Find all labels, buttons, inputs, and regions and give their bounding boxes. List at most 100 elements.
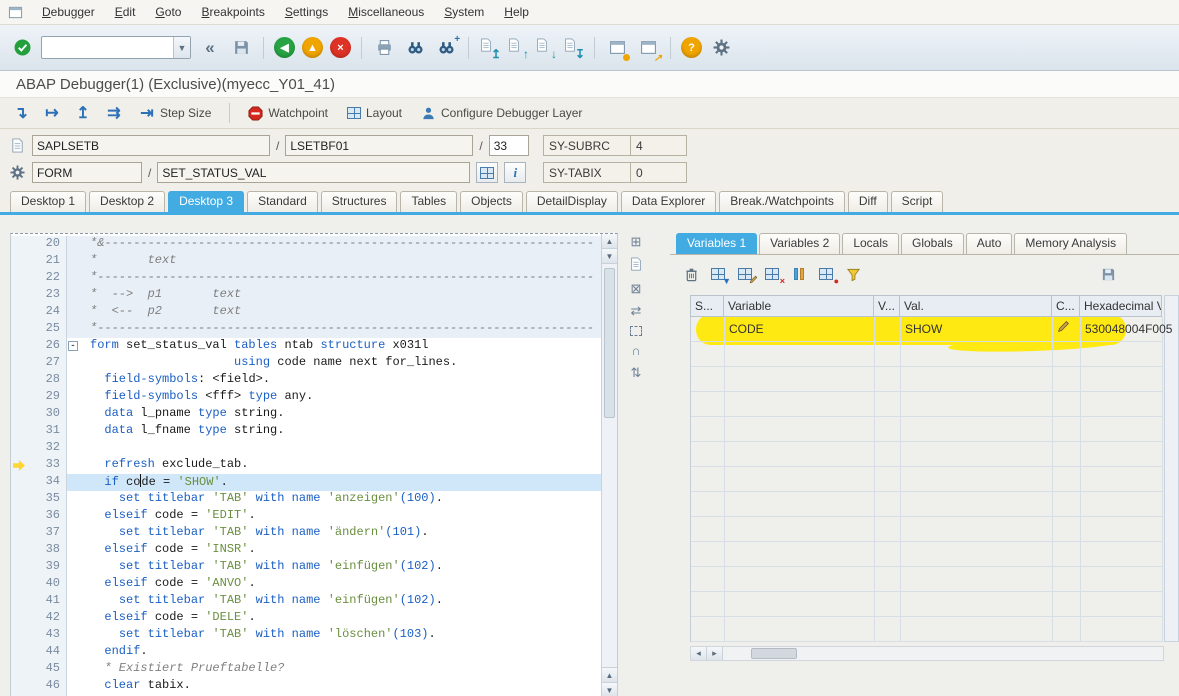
delete-icon[interactable] xyxy=(682,265,700,283)
breakpoint-margin[interactable] xyxy=(11,525,27,542)
table-row-empty[interactable] xyxy=(691,592,1162,617)
event-type-field[interactable] xyxy=(32,162,142,183)
tab-data-explorer[interactable]: Data Explorer xyxy=(621,191,716,212)
breakpoint-margin[interactable] xyxy=(11,678,27,695)
scroll-right-icon[interactable]: ▸ xyxy=(707,647,723,660)
system-menu-icon[interactable] xyxy=(8,5,25,20)
breakpoint-margin[interactable] xyxy=(11,423,27,440)
save-layout-icon[interactable] xyxy=(1099,265,1117,283)
menu-item-breakpoints[interactable]: Breakpoints xyxy=(192,2,273,22)
table-row-empty[interactable] xyxy=(691,442,1162,467)
variables-hscrollbar[interactable]: ◂ ▸ xyxy=(690,646,1164,661)
menu-item-debugger[interactable]: Debugger xyxy=(33,2,104,22)
breakpoint-margin[interactable] xyxy=(11,338,27,355)
tab-desktop-1[interactable]: Desktop 1 xyxy=(10,191,86,212)
structured-display-button[interactable] xyxy=(476,162,498,183)
tab-script[interactable]: Script xyxy=(891,191,944,212)
tab-desktop-3[interactable]: Desktop 3 xyxy=(168,191,244,212)
breakpoint-margin[interactable] xyxy=(11,644,27,661)
collapse-toolbar-icon[interactable]: « xyxy=(198,36,222,60)
editor-scrollbar[interactable]: ▲ ▼ ▲ ▼ xyxy=(601,234,617,696)
table-row-empty[interactable] xyxy=(691,417,1162,442)
previous-page-icon[interactable]: ↑ xyxy=(507,36,528,59)
table-row-empty[interactable] xyxy=(691,392,1162,417)
configure-debugger-layer-button[interactable]: Configure Debugger Layer xyxy=(416,104,587,123)
code-line-20[interactable]: 20*&------------------------------------… xyxy=(11,236,601,253)
scroll-left-icon[interactable]: ◂ xyxy=(691,647,707,660)
table-row-empty[interactable] xyxy=(691,367,1162,392)
code-line-28[interactable]: 28 field-symbols: <field>. xyxy=(11,372,601,389)
column-header-1[interactable]: Variable xyxy=(724,295,874,317)
code-line-25[interactable]: 25*-------------------------------------… xyxy=(11,321,601,338)
breakpoint-margin[interactable] xyxy=(11,661,27,678)
tab-objects[interactable]: Objects xyxy=(460,191,523,212)
include-field[interactable] xyxy=(285,135,473,156)
next-page-icon[interactable]: ↓ xyxy=(535,36,556,59)
filter-table-icon[interactable]: ▼ xyxy=(709,265,727,283)
tab-tables[interactable]: Tables xyxy=(400,191,457,212)
selection-icon[interactable] xyxy=(630,326,642,336)
line-field[interactable] xyxy=(489,135,529,156)
code-line-26[interactable]: 26-form set_status_val tables ntab struc… xyxy=(11,338,601,355)
breakpoint-margin[interactable] xyxy=(11,287,27,304)
enter-button[interactable] xyxy=(10,36,34,60)
tab-diff[interactable]: Diff xyxy=(848,191,888,212)
table-row-empty[interactable] xyxy=(691,492,1162,517)
breakpoint-margin[interactable] xyxy=(11,270,27,287)
breakpoint-margin[interactable] xyxy=(11,627,27,644)
menu-item-edit[interactable]: Edit xyxy=(106,2,145,22)
code-line-29[interactable]: 29 field-symbols <fff> type any. xyxy=(11,389,601,406)
menu-item-goto[interactable]: Goto xyxy=(146,2,190,22)
breakpoint-margin[interactable] xyxy=(11,593,27,610)
breakpoint-margin[interactable] xyxy=(11,440,27,457)
watchpoint-button[interactable]: Watchpoint xyxy=(243,104,333,123)
code-line-32[interactable]: 32 xyxy=(11,440,601,457)
breakpoint-margin[interactable] xyxy=(11,576,27,593)
code-line-22[interactable]: 22*-------------------------------------… xyxy=(11,270,601,287)
change-value-button[interactable] xyxy=(1057,320,1070,333)
code-line-40[interactable]: 40 elseif code = 'ANVO'. xyxy=(11,576,601,593)
code-line-41[interactable]: 41 set titlebar 'TAB' with name 'einfüge… xyxy=(11,593,601,610)
tab-variables-1[interactable]: Variables 1 xyxy=(676,233,757,254)
tab-variables-2[interactable]: Variables 2 xyxy=(759,233,840,254)
code-line-38[interactable]: 38 elseif code = 'INSR'. xyxy=(11,542,601,559)
table-row-empty[interactable] xyxy=(691,617,1162,642)
breakpoint-margin[interactable] xyxy=(11,508,27,525)
column-header-0[interactable]: S... xyxy=(690,295,724,317)
tab-locals[interactable]: Locals xyxy=(842,233,899,254)
breakpoint-margin[interactable] xyxy=(11,559,27,576)
settings-gear-icon[interactable] xyxy=(709,36,733,60)
event-name-field[interactable] xyxy=(157,162,470,183)
command-field[interactable]: ▼ xyxy=(41,36,191,59)
code-line-24[interactable]: 24* <-- p2 text xyxy=(11,304,601,321)
return-icon[interactable]: ↥ xyxy=(72,103,94,123)
info-button[interactable]: i xyxy=(504,162,526,183)
tab-desktop-2[interactable]: Desktop 2 xyxy=(89,191,165,212)
breakpoint-margin[interactable] xyxy=(11,610,27,627)
column-layout-icon[interactable] xyxy=(790,265,808,283)
scroll-up-icon[interactable]: ▲ xyxy=(602,234,617,249)
code-editor[interactable]: 20*&------------------------------------… xyxy=(10,233,618,696)
code-line-34[interactable]: 34 if code = 'SHOW'. xyxy=(11,474,601,491)
column-header-4[interactable]: C... xyxy=(1052,295,1080,317)
step-into-icon[interactable]: ↴ xyxy=(10,103,32,123)
table-row-empty[interactable] xyxy=(691,467,1162,492)
tab-standard[interactable]: Standard xyxy=(247,191,318,212)
breakpoint-margin[interactable] xyxy=(11,355,27,372)
code-line-43[interactable]: 43 set titlebar 'TAB' with name 'löschen… xyxy=(11,627,601,644)
create-shortcut-icon[interactable]: ↗ xyxy=(636,36,660,60)
command-input[interactable] xyxy=(42,37,173,58)
code-line-27[interactable]: 27 using code name next for_lines. xyxy=(11,355,601,372)
table-row-empty[interactable] xyxy=(691,542,1162,567)
code-line-23[interactable]: 23* --> p1 text xyxy=(11,287,601,304)
filter-icon[interactable] xyxy=(844,265,862,283)
code-line-36[interactable]: 36 elseif code = 'EDIT'. xyxy=(11,508,601,525)
code-line-46[interactable]: 46 clear tabix. xyxy=(11,678,601,695)
table-row-empty[interactable] xyxy=(691,567,1162,592)
help-button[interactable]: ? xyxy=(681,37,702,58)
code-line-37[interactable]: 37 set titlebar 'TAB' with name 'ändern'… xyxy=(11,525,601,542)
code-line-35[interactable]: 35 set titlebar 'TAB' with name 'anzeige… xyxy=(11,491,601,508)
tab-memory-analysis[interactable]: Memory Analysis xyxy=(1014,233,1127,254)
print-icon[interactable] xyxy=(372,36,396,60)
menu-item-help[interactable]: Help xyxy=(495,2,538,22)
